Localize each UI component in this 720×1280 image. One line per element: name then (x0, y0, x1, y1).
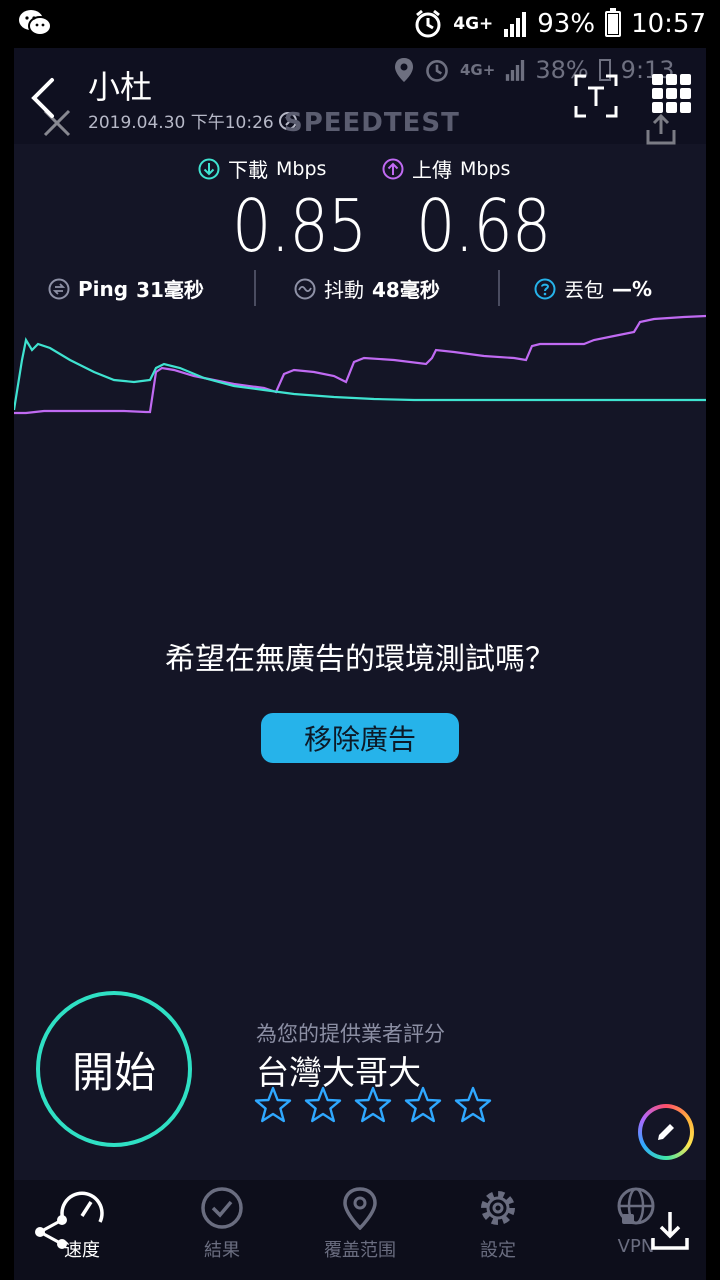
page-title: 小杜 (88, 68, 153, 106)
star-icon[interactable] (454, 1086, 492, 1124)
battery-icon (605, 8, 622, 37)
start-button[interactable]: 開始 (36, 991, 192, 1147)
upload-label: 上傳 Mbps (382, 154, 510, 183)
ad-free-prompt: 希望在無廣告的環境測試嗎？ (165, 642, 555, 677)
ping-label: Ping (78, 276, 129, 301)
divider (498, 270, 500, 306)
bottom-nav: 速度 結果 覆盖范围 設定 VPN (14, 1180, 706, 1280)
ping-value: 31毫秒 (136, 278, 204, 302)
network-type: 4G+ (453, 14, 494, 34)
ghost-status-bar: 4G+ 38% 9:13 (394, 56, 675, 84)
nav-settings-label: 設定 (480, 1240, 516, 1261)
remove-ads-button[interactable]: 移除廣告 (261, 713, 459, 763)
download-line (14, 336, 706, 411)
jitter-label: 抖動 (324, 278, 364, 302)
test-timestamp: 2019.04.30 下午10:26 (88, 108, 298, 133)
pencil-icon (658, 1124, 674, 1140)
nav-settings[interactable]: 設定 (448, 1186, 548, 1262)
location-icon (395, 58, 413, 82)
metrics-row: Ping 31毫秒 抖動 48毫秒 丟包 —% (14, 270, 706, 310)
status-bar: 4G+ 93% 10:57 (0, 0, 720, 48)
check-circle-icon (201, 1187, 243, 1229)
star-icon[interactable] (354, 1086, 392, 1124)
alarm-icon (415, 9, 441, 38)
nav-coverage[interactable]: 覆盖范围 (310, 1186, 410, 1262)
divider (254, 270, 256, 306)
download-value: 0.85 (232, 184, 367, 268)
ping-metric: Ping 31毫秒 (48, 274, 204, 303)
jitter-value: 48毫秒 (372, 278, 440, 302)
timestamp-text: 2019.04.30 下午10:26 (88, 113, 274, 133)
jitter-metric: 抖動 48毫秒 (294, 274, 440, 303)
download-icon[interactable] (648, 1208, 692, 1252)
signal-icon (506, 60, 525, 81)
loss-value: —% (612, 276, 653, 301)
speedtest-app: 4G+ 38% 9:13 小杜 2019.04.30 下午10:26 SPEED… (14, 48, 706, 1280)
nav-results-label: 結果 (204, 1240, 240, 1261)
jitter-icon (294, 278, 316, 299)
brand-text: SPEEDTEST (284, 108, 460, 138)
upload-value: 0.68 (416, 184, 551, 268)
ghost-network: 4G+ (460, 61, 496, 79)
nav-results[interactable]: 結果 (172, 1186, 272, 1262)
grid-menu-icon[interactable] (650, 72, 694, 116)
star-icon[interactable] (254, 1086, 292, 1124)
signal-icon (504, 12, 527, 37)
star-icon[interactable] (404, 1086, 442, 1124)
alarm-icon (426, 60, 448, 82)
nav-coverage-label: 覆盖范围 (324, 1240, 396, 1261)
rating-stars (254, 1086, 492, 1124)
brand-watermark: SPEEDTEST (284, 108, 460, 138)
loss-label: 丟包 (564, 278, 604, 302)
help-icon[interactable] (534, 278, 556, 300)
clock: 10:57 (631, 9, 706, 39)
gear-icon (481, 1191, 515, 1225)
edit-button[interactable] (638, 1104, 694, 1160)
rate-provider-label: 為您的提供業者評分 (256, 1022, 445, 1046)
ping-icon (48, 278, 70, 299)
download-unit: Mbps (276, 157, 327, 180)
upload-unit: Mbps (460, 157, 511, 180)
speed-graph (14, 314, 706, 415)
wechat-icon (18, 8, 52, 42)
map-pin-icon (343, 1187, 377, 1230)
star-icon[interactable] (304, 1086, 342, 1124)
share-icon[interactable] (644, 112, 678, 146)
packet-loss-metric: 丟包 —% (534, 274, 652, 303)
back-arrow-icon[interactable] (24, 74, 64, 122)
upload-arrow-icon (382, 158, 404, 179)
header: 4G+ 38% 9:13 小杜 2019.04.30 下午10:26 SPEED… (14, 48, 706, 146)
download-label-text: 下載 (228, 158, 268, 182)
download-label: 下載 Mbps (198, 154, 326, 183)
battery-percent: 93% (537, 9, 596, 39)
download-arrow-icon (198, 158, 220, 179)
upload-label-text: 上傳 (412, 158, 452, 182)
share-icon[interactable] (32, 1212, 72, 1252)
text-scan-icon[interactable] (574, 74, 618, 118)
